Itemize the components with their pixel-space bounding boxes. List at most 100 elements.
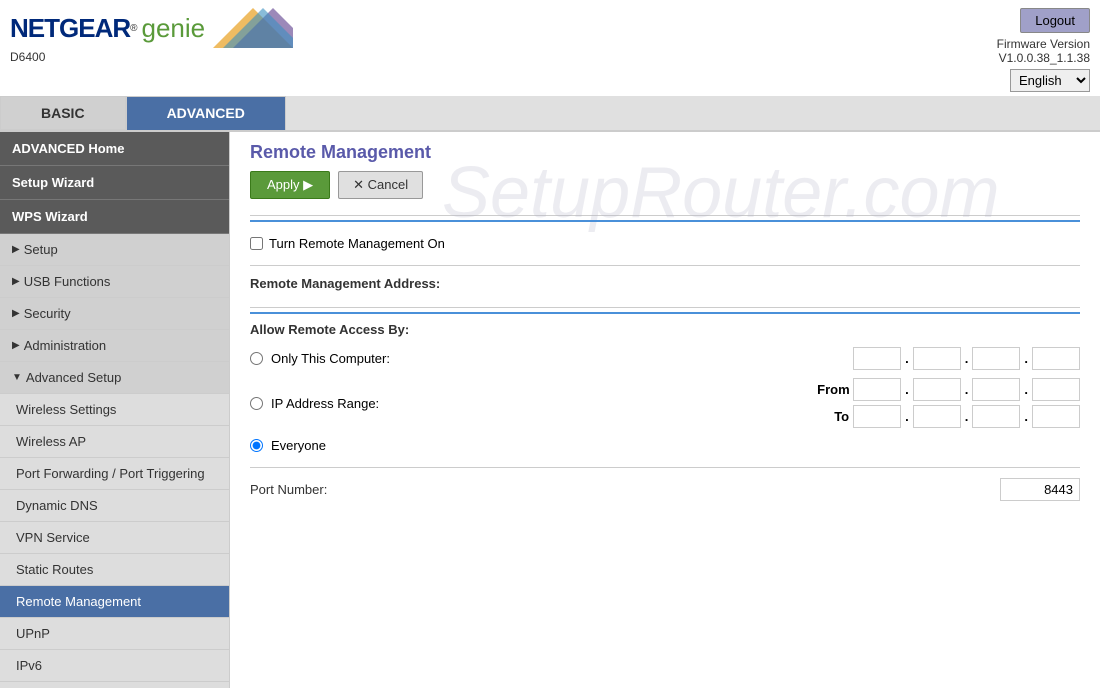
firmware-info: Firmware Version V1.0.0.38_1.1.38 bbox=[997, 37, 1090, 65]
genie-text: genie bbox=[142, 13, 206, 44]
divider-1 bbox=[250, 265, 1080, 266]
from-ip-1[interactable] bbox=[853, 378, 901, 401]
turn-on-checkbox[interactable] bbox=[250, 237, 263, 250]
sidebar-sub-port-forwarding[interactable]: Port Forwarding / Port Triggering bbox=[0, 458, 229, 490]
action-buttons: Apply ▶ ✕ Cancel bbox=[250, 171, 1080, 199]
everyone-row: Everyone bbox=[250, 432, 1080, 459]
header: NETGEAR® genie D6400 Logout Firmware Ver… bbox=[0, 0, 1100, 96]
sidebar-sub-upnp[interactable]: UPnP bbox=[0, 618, 229, 650]
sidebar-sub-remote-management[interactable]: Remote Management bbox=[0, 586, 229, 618]
sidebar-item-usb-functions[interactable]: ▶ USB Functions bbox=[0, 266, 229, 298]
tab-advanced[interactable]: ADVANCED bbox=[126, 96, 286, 130]
sidebar-item-administration[interactable]: ▶ Administration bbox=[0, 330, 229, 362]
from-ip-2[interactable] bbox=[913, 378, 961, 401]
ip-range-fields: From . . . To . . bbox=[817, 378, 1080, 428]
remote-address-row: Remote Management Address: bbox=[250, 270, 1080, 303]
divider-top bbox=[250, 215, 1080, 216]
only-this-label: Only This Computer: bbox=[271, 351, 390, 366]
from-dot-3: . bbox=[1024, 382, 1028, 397]
ip-range-row: IP Address Range: From . . . To bbox=[250, 374, 1080, 432]
to-ip-1[interactable] bbox=[853, 405, 901, 428]
remote-address-label: Remote Management Address: bbox=[250, 276, 1080, 291]
from-dot-2: . bbox=[965, 382, 969, 397]
setup-arrow: ▶ bbox=[12, 244, 20, 255]
turn-on-row: Turn Remote Management On bbox=[250, 230, 1080, 257]
only-this-radio[interactable] bbox=[250, 352, 263, 365]
only-this-ip-3[interactable] bbox=[972, 347, 1020, 370]
apply-button[interactable]: Apply ▶ bbox=[250, 171, 330, 199]
sidebar: ADVANCED Home Setup Wizard WPS Wizard ▶ … bbox=[0, 132, 230, 688]
divider-3 bbox=[250, 467, 1080, 468]
only-this-ip-fields: . . . bbox=[853, 347, 1080, 370]
only-this-ip-1[interactable] bbox=[853, 347, 901, 370]
setup-label: Setup bbox=[24, 242, 58, 257]
sidebar-sub-ipv6[interactable]: IPv6 bbox=[0, 650, 229, 682]
only-this-ip-4[interactable] bbox=[1032, 347, 1080, 370]
ip-range-radio-group: IP Address Range: bbox=[250, 392, 379, 415]
to-ip-4[interactable] bbox=[1032, 405, 1080, 428]
sidebar-sub-wireless-settings[interactable]: Wireless Settings bbox=[0, 394, 229, 426]
dot-3: . bbox=[1024, 351, 1028, 366]
model-label: D6400 bbox=[10, 50, 293, 64]
sidebar-item-advanced-setup[interactable]: ▼ Advanced Setup bbox=[0, 362, 229, 394]
logo-area: NETGEAR® genie D6400 bbox=[10, 8, 293, 64]
only-this-ip-2[interactable] bbox=[913, 347, 961, 370]
usb-arrow: ▶ bbox=[12, 276, 20, 287]
sidebar-sub-dynamic-dns[interactable]: Dynamic DNS bbox=[0, 490, 229, 522]
divider-2 bbox=[250, 307, 1080, 308]
sidebar-item-security[interactable]: ▶ Security bbox=[0, 298, 229, 330]
dot-1: . bbox=[905, 351, 909, 366]
nav-tabs: BASIC ADVANCED bbox=[0, 96, 1100, 132]
header-right: Logout Firmware Version V1.0.0.38_1.1.38… bbox=[997, 8, 1090, 92]
to-dot-1: . bbox=[905, 409, 909, 424]
sidebar-sub-wireless-ap[interactable]: Wireless AP bbox=[0, 426, 229, 458]
admin-label: Administration bbox=[24, 338, 106, 353]
logo-graphic-triangle bbox=[213, 8, 293, 48]
sidebar-sub-traffic-meter[interactable]: Traffic Meter bbox=[0, 682, 229, 688]
to-label: To bbox=[817, 409, 849, 424]
sidebar-item-advanced-home[interactable]: ADVANCED Home bbox=[0, 132, 229, 166]
port-number-label: Port Number: bbox=[250, 482, 327, 497]
from-row: From . . . bbox=[817, 378, 1080, 401]
remote-management-section: Turn Remote Management On bbox=[250, 220, 1080, 257]
ip-range-label-text: IP Address Range: bbox=[271, 396, 379, 411]
language-select[interactable]: English Deutsch Español Français Italian… bbox=[1010, 69, 1090, 92]
sidebar-sub-vpn-service[interactable]: VPN Service bbox=[0, 522, 229, 554]
sidebar-item-setup[interactable]: ▶ Setup bbox=[0, 234, 229, 266]
sidebar-item-setup-wizard[interactable]: Setup Wizard bbox=[0, 166, 229, 200]
admin-arrow: ▶ bbox=[12, 340, 20, 351]
advanced-setup-arrow: ▼ bbox=[12, 372, 22, 383]
allow-access-label: Allow Remote Access By: bbox=[250, 322, 1080, 337]
to-dot-2: . bbox=[965, 409, 969, 424]
from-ip-3[interactable] bbox=[972, 378, 1020, 401]
ip-range-radio[interactable] bbox=[250, 397, 263, 410]
cancel-button[interactable]: ✕ Cancel bbox=[338, 171, 423, 199]
reg-symbol: ® bbox=[130, 23, 137, 34]
only-this-radio-group: Only This Computer: bbox=[250, 347, 390, 370]
sidebar-item-wps-wizard[interactable]: WPS Wizard bbox=[0, 200, 229, 234]
tab-basic[interactable]: BASIC bbox=[0, 96, 126, 130]
dot-2: . bbox=[965, 351, 969, 366]
content-area: SetupRouter.com Remote Management Apply … bbox=[230, 132, 1100, 688]
security-label: Security bbox=[24, 306, 71, 321]
firmware-version: V1.0.0.38_1.1.38 bbox=[999, 51, 1090, 65]
firmware-label: Firmware Version bbox=[997, 37, 1090, 51]
logo: NETGEAR® genie bbox=[10, 8, 293, 48]
to-dot-3: . bbox=[1024, 409, 1028, 424]
from-dot-1: . bbox=[905, 382, 909, 397]
advanced-setup-label: Advanced Setup bbox=[26, 370, 121, 385]
main-layout: ADVANCED Home Setup Wizard WPS Wizard ▶ … bbox=[0, 132, 1100, 688]
only-this-computer-row: Only This Computer: . . . bbox=[250, 343, 1080, 374]
sidebar-sub-static-routes[interactable]: Static Routes bbox=[0, 554, 229, 586]
everyone-radio[interactable] bbox=[250, 439, 263, 452]
logout-button[interactable]: Logout bbox=[1020, 8, 1090, 33]
brand-name: NETGEAR bbox=[10, 13, 130, 44]
to-ip-3[interactable] bbox=[972, 405, 1020, 428]
from-ip-4[interactable] bbox=[1032, 378, 1080, 401]
everyone-label: Everyone bbox=[271, 438, 326, 453]
port-number-row: Port Number: bbox=[250, 472, 1080, 507]
port-number-input[interactable] bbox=[1000, 478, 1080, 501]
security-arrow: ▶ bbox=[12, 308, 20, 319]
page-title: Remote Management bbox=[250, 142, 1080, 163]
to-ip-2[interactable] bbox=[913, 405, 961, 428]
